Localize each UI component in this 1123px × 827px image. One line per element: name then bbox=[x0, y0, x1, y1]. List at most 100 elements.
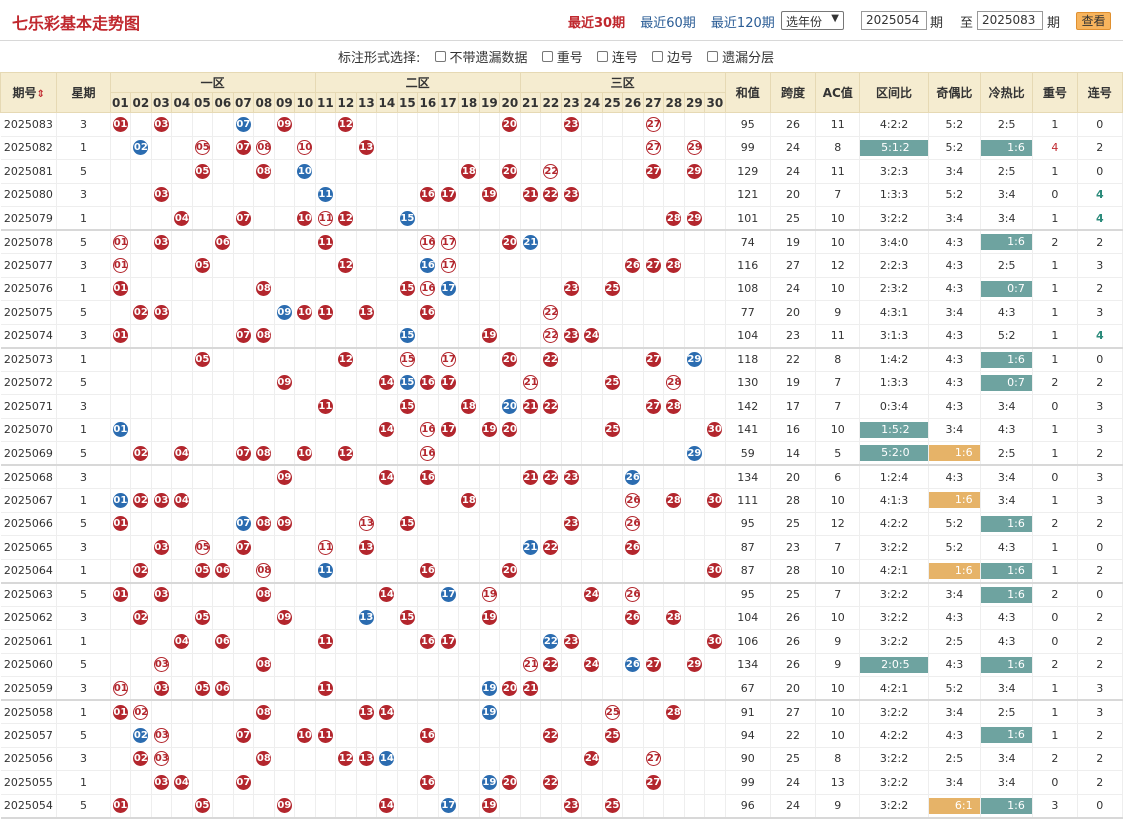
number-cell bbox=[171, 112, 193, 137]
odd-even-cell: 4:3 bbox=[928, 371, 982, 395]
number-cell bbox=[458, 441, 480, 466]
number-cell bbox=[602, 465, 624, 489]
issue-header[interactable]: 期号⇕ bbox=[0, 72, 58, 113]
odd-even-cell: 4:3 bbox=[928, 253, 982, 278]
number-cell bbox=[602, 183, 624, 207]
number-cell bbox=[110, 300, 132, 325]
number-cell: 11 bbox=[314, 394, 337, 419]
number-cell: 03 bbox=[151, 676, 173, 701]
year-select[interactable]: 选年份 ▼ bbox=[781, 11, 844, 30]
num-header: 30 bbox=[704, 92, 726, 113]
to-label: 至 bbox=[960, 16, 974, 31]
drawn-number-ball: 11 bbox=[317, 187, 333, 203]
drawn-number-ball: 21 bbox=[522, 680, 538, 696]
number-cell bbox=[499, 653, 521, 677]
from-issue-input[interactable]: 2025054 bbox=[861, 11, 927, 30]
number-cell bbox=[212, 159, 234, 184]
hot-cold-cell: 2:5 bbox=[980, 441, 1034, 466]
number-cell: 15 bbox=[397, 512, 419, 536]
drawn-number-ball: 18 bbox=[461, 398, 477, 414]
number-cell: 07 bbox=[233, 723, 255, 748]
zone-ratio-cell: 1:4:2 bbox=[859, 347, 929, 372]
drawn-number-ball: 27 bbox=[645, 257, 661, 273]
hot-cold-cell: 1:6 bbox=[980, 723, 1034, 748]
drawn-number-ball: 03 bbox=[153, 727, 169, 743]
recent-60-link[interactable]: 最近60期 bbox=[640, 16, 696, 31]
checkbox-icon[interactable] bbox=[541, 51, 553, 62]
hot-cold-cell: 1:6 bbox=[980, 347, 1034, 372]
hot-cold-cell: 4:3 bbox=[980, 418, 1034, 442]
option-miss-layer[interactable]: 遗漏分层 bbox=[722, 47, 774, 66]
number-cell bbox=[684, 253, 706, 278]
number-cell: 17 bbox=[438, 347, 460, 372]
number-cell bbox=[212, 582, 234, 607]
number-cell: 16 bbox=[417, 770, 439, 795]
odd-even-cell: 3:4 bbox=[928, 206, 982, 231]
option-no-miss-data[interactable]: 不带遗漏数据 bbox=[450, 47, 528, 66]
number-cell bbox=[643, 277, 665, 301]
number-cell bbox=[233, 230, 255, 254]
recent-120-link[interactable]: 最近120期 bbox=[711, 16, 775, 31]
number-cell bbox=[335, 230, 357, 254]
number-cell bbox=[561, 300, 583, 325]
num-header: 05 bbox=[191, 92, 214, 113]
drawn-number-ball: 21 bbox=[522, 469, 538, 485]
drawn-number-ball: 29 bbox=[686, 445, 702, 461]
option-consecutive[interactable]: 连号 bbox=[612, 47, 638, 66]
consec-count: 3 bbox=[1077, 418, 1123, 442]
checkbox-icon[interactable] bbox=[596, 51, 608, 62]
number-cell: 12 bbox=[335, 112, 357, 137]
drawn-number-ball: 17 bbox=[440, 422, 456, 438]
number-cell bbox=[110, 371, 132, 395]
drawn-number-ball: 24 bbox=[584, 657, 600, 673]
number-cell bbox=[643, 723, 665, 748]
number-cell bbox=[356, 770, 378, 795]
issue-number: 2025078 bbox=[0, 230, 58, 254]
number-cell: 23 bbox=[561, 183, 583, 207]
checkbox-icon[interactable] bbox=[652, 51, 663, 62]
option-edge[interactable]: 边号 bbox=[667, 47, 693, 66]
drawn-number-ball: 23 bbox=[563, 798, 579, 813]
number-cell bbox=[519, 324, 542, 349]
number-cell: 22 bbox=[540, 723, 562, 748]
consec-count: 3 bbox=[1077, 488, 1123, 513]
repeat-count: 1 bbox=[1032, 676, 1078, 701]
ac-value: 9 bbox=[815, 629, 861, 654]
number-cell: 17 bbox=[438, 629, 460, 654]
number-cell bbox=[356, 441, 378, 466]
drawn-number-ball: 16 bbox=[420, 234, 436, 250]
number-cell bbox=[151, 512, 173, 536]
number-cell bbox=[458, 512, 480, 536]
number-cell bbox=[151, 394, 173, 419]
number-cell bbox=[192, 723, 214, 748]
ac-value: 11 bbox=[815, 112, 861, 137]
checkbox-icon[interactable] bbox=[434, 51, 446, 62]
number-cell bbox=[438, 394, 460, 419]
number-cell bbox=[335, 488, 357, 513]
number-cell bbox=[356, 418, 378, 442]
number-cell bbox=[499, 136, 521, 160]
recent-30-link[interactable]: 最近30期 bbox=[568, 16, 625, 31]
consec-count: 4 bbox=[1077, 206, 1123, 231]
number-cell bbox=[602, 770, 624, 795]
drawn-number-ball: 29 bbox=[686, 657, 702, 673]
number-cell bbox=[274, 535, 296, 560]
checkbox-icon[interactable] bbox=[707, 51, 719, 62]
zone-ratio-cell: 3:2:2 bbox=[859, 629, 929, 654]
number-cell bbox=[192, 512, 214, 536]
option-repeat[interactable]: 重号 bbox=[557, 47, 583, 66]
span-value: 20 bbox=[770, 183, 817, 207]
number-cell bbox=[376, 300, 398, 325]
zone-ratio-cell: 0:3:4 bbox=[859, 394, 929, 419]
number-cell bbox=[581, 371, 603, 395]
number-cell bbox=[314, 582, 337, 607]
drawn-number-ball: 12 bbox=[338, 751, 354, 767]
to-issue-input[interactable]: 2025083 bbox=[977, 11, 1043, 30]
drawn-number-ball: 09 bbox=[276, 304, 292, 320]
number-cell: 02 bbox=[130, 606, 152, 630]
drawn-number-ball: 21 bbox=[522, 539, 538, 555]
query-button[interactable]: 查看 bbox=[1076, 12, 1111, 30]
number-cell bbox=[212, 606, 234, 630]
number-cell bbox=[684, 512, 706, 536]
number-cell bbox=[130, 770, 152, 795]
